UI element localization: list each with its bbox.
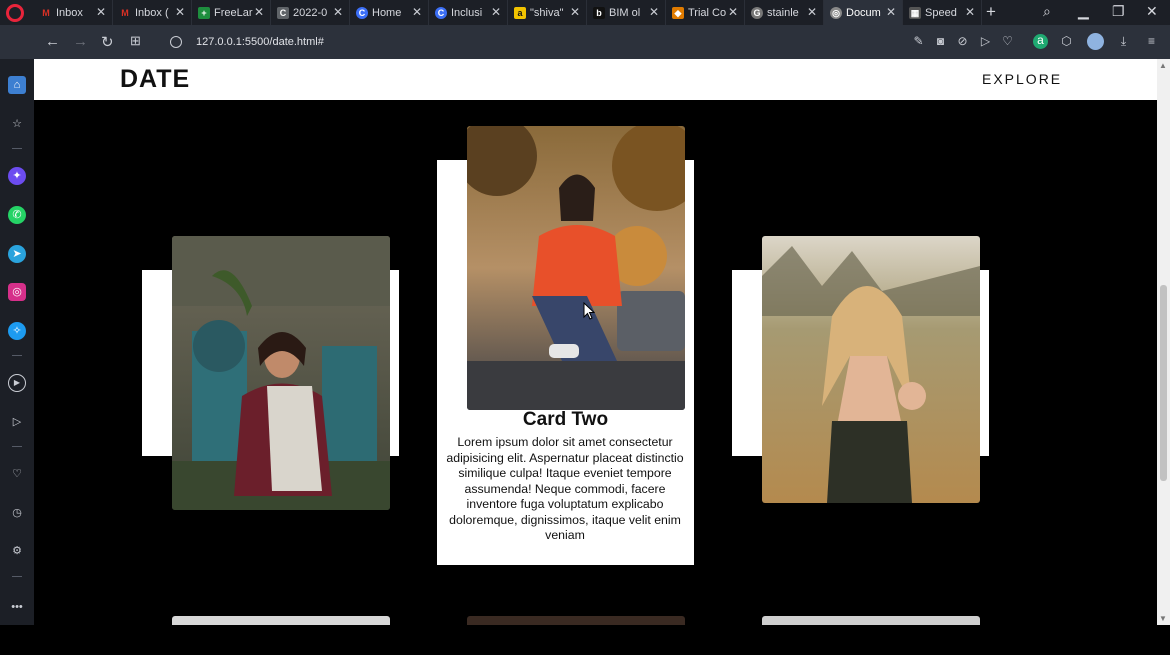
scroll-down-arrow-icon[interactable]: ▼ [1159,614,1167,623]
tab-1[interactable]: M Inbox ✕ [34,0,113,25]
adblock-icon[interactable]: ⊘ [956,35,969,48]
twitter-icon[interactable]: ✧ [8,322,26,340]
close-icon[interactable]: ✕ [965,5,975,19]
tab-4[interactable]: C 2022-0 ✕ [271,0,350,25]
explore-link[interactable]: EXPLORE [982,71,1062,87]
sidebar-divider [12,355,22,356]
window-bottom-edge [0,625,1170,655]
sidebar-divider [12,446,22,447]
page-viewport: DATE EXPLORE Card Two Lorem ipsum dolor … [34,59,1157,625]
close-icon[interactable]: ✕ [96,5,106,19]
site-header: DATE EXPLORE [34,59,1157,100]
tab-11-active[interactable]: ◎ Docum ✕ [824,0,903,25]
card-six-photo[interactable] [762,616,980,625]
amazon-icon: a [514,6,526,19]
close-icon[interactable]: ✕ [649,5,659,19]
tab-7[interactable]: a "shiva" ✕ [508,0,587,25]
more-dots-icon[interactable]: ••• [8,598,26,616]
tab-2[interactable]: M Inbox ( ✕ [113,0,192,25]
site-logo[interactable]: DATE [120,65,190,94]
globe-icon: ◎ [830,6,842,19]
globe-icon [170,36,182,48]
instagram-icon[interactable]: ◎ [8,283,26,301]
page-scrollbar[interactable]: ▲ ▼ [1157,59,1170,625]
tab-12[interactable]: ▦ Speed ✕ [903,0,982,25]
sheets-icon: + [198,6,210,19]
reload-icon[interactable]: ↻ [101,33,114,51]
settings-gear-icon[interactable]: ⚙ [8,542,26,560]
close-icon[interactable]: ✕ [886,5,896,19]
google-icon: G [751,6,763,19]
new-tab-plus-icon[interactable]: + [986,2,996,22]
gmail-icon: M [42,7,50,18]
card-two-description: Lorem ipsum dolor sit amet consectetur a… [446,435,684,542]
player-icon[interactable]: ▶ [8,374,26,392]
download-icon[interactable]: ⤓ [1117,35,1130,48]
messenger-icon[interactable]: ✦ [8,167,26,185]
mouse-cursor-icon [583,302,595,320]
whatsapp-icon[interactable]: ✆ [8,206,26,224]
scroll-up-arrow-icon[interactable]: ▲ [1159,61,1167,70]
send-icon[interactable]: ▷ [979,35,992,48]
close-icon[interactable]: ✕ [333,5,343,19]
cube-icon[interactable]: ⬡ [1060,35,1073,48]
edit-icon[interactable]: ✎ [912,35,925,48]
url-field[interactable]: 127.0.0.1:5500/date.html# [170,33,324,51]
site-icon: C [356,6,368,19]
card-one-photo[interactable] [172,236,390,510]
scrollbar-thumb[interactable] [1160,285,1167,481]
camera-icon[interactable]: ◙ [934,35,947,48]
close-icon[interactable]: ✕ [807,5,817,19]
sidebar-divider [12,148,22,149]
tabs-grid-icon[interactable]: ⊞ [130,33,141,49]
close-icon[interactable]: ✕ [491,5,501,19]
card-two-title: Card Two [522,409,609,430]
star-icon[interactable]: ☆ [8,115,26,133]
card-two-photo[interactable] [467,126,685,410]
tab-8[interactable]: b BIM ol ✕ [587,0,666,25]
close-icon[interactable]: ✕ [728,5,738,19]
close-icon[interactable]: ✕ [570,5,580,19]
heart-icon[interactable]: ♡ [1001,35,1014,48]
heart-icon[interactable]: ♡ [8,465,26,483]
url-text: 127.0.0.1:5500/date.html# [196,36,324,48]
profile-avatar-icon[interactable] [1087,33,1104,50]
tab-search-icon[interactable]: ⌕ [1043,3,1051,20]
menu-icon[interactable]: ≡ [1145,35,1158,48]
card-three-photo[interactable] [762,236,980,503]
browser-sidebar: ⌂ ☆ ✦ ✆ ➤ ◎ ✧ ▶ ▷ ♡ ◷ ⚙ ••• [0,59,34,655]
tab-3[interactable]: + FreeLar ✕ [192,0,271,25]
shield-icon: ◆ [672,6,684,19]
forward-arrow-icon[interactable]: → [73,33,88,50]
doc-icon: C [277,6,289,19]
send-icon[interactable]: ▷ [8,413,26,431]
telegram-icon[interactable]: ➤ [8,245,26,263]
close-icon[interactable]: ✕ [412,5,422,19]
back-arrow-icon[interactable]: ← [45,33,60,50]
address-bar: ← → ↻ ⊞ 127.0.0.1:5500/date.html# ✎ ◙ ⊘ … [0,25,1170,59]
gmail-icon: M [121,7,129,18]
close-icon[interactable]: ✕ [175,5,185,19]
browser-tab-bar: M Inbox ✕ M Inbox ( ✕ + FreeLar ✕ C 2022… [0,0,1170,25]
minimize-icon[interactable]: ▁ [1078,3,1089,20]
restore-icon[interactable]: ❐ [1112,3,1125,20]
extension-icon[interactable]: a [1033,34,1048,49]
tab-9[interactable]: ◆ Trial Co ✕ [666,0,745,25]
opera-logo-icon[interactable] [6,4,24,22]
card-five-photo[interactable] [467,616,685,625]
home-icon[interactable]: ⌂ [8,76,26,94]
speed-dial-icon: ▦ [909,6,921,19]
tab-5[interactable]: C Home ✕ [350,0,429,25]
bim-icon: b [593,6,605,19]
site-icon: C [435,6,447,19]
history-clock-icon[interactable]: ◷ [8,504,26,522]
window-close-icon[interactable]: ✕ [1146,3,1158,20]
card-four-photo[interactable] [172,616,390,625]
tab-10[interactable]: G stainle ✕ [745,0,824,25]
sidebar-divider [12,576,22,577]
close-icon[interactable]: ✕ [254,5,264,19]
tab-6[interactable]: C Inclusi ✕ [429,0,508,25]
